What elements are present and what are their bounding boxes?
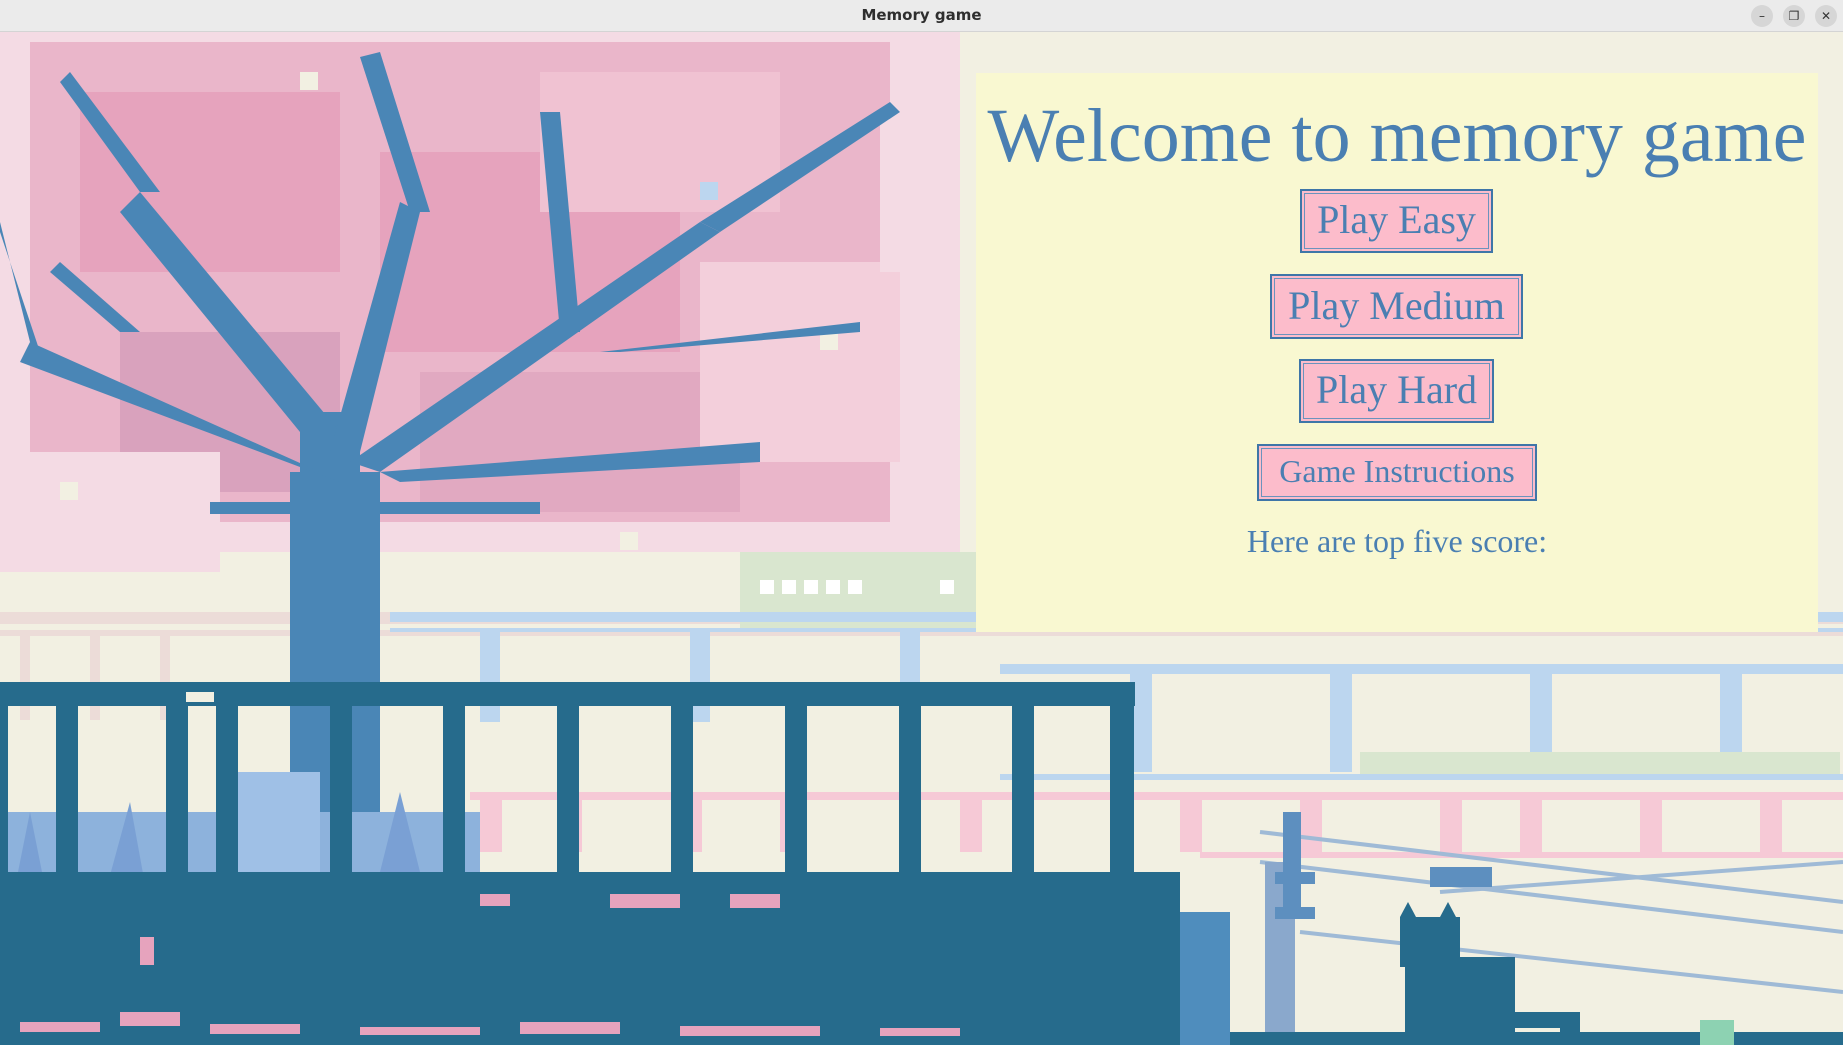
welcome-heading: Welcome to memory game [987, 94, 1807, 178]
close-button[interactable]: ✕ [1815, 5, 1837, 27]
green-sign [1700, 1020, 1734, 1045]
game-instructions-button[interactable]: Game Instructions [1257, 444, 1537, 501]
play-easy-button[interactable]: Play Easy [1300, 189, 1493, 253]
top-scores-label: Here are top five score: [1246, 523, 1548, 559]
maximize-button[interactable]: ❐ [1783, 5, 1805, 27]
play-medium-button[interactable]: Play Medium [1270, 274, 1523, 339]
window-title: Memory game [861, 6, 982, 24]
play-hard-button[interactable]: Play Hard [1299, 359, 1494, 423]
main-menu-panel: Welcome to memory game Play Easy Play Me… [976, 73, 1818, 632]
ground-strip [1230, 1032, 1843, 1045]
cherry-blossom-canopy [0, 32, 960, 572]
window-titlebar: Memory game – ❐ ✕ [0, 0, 1843, 32]
minimize-button[interactable]: – [1751, 5, 1773, 27]
